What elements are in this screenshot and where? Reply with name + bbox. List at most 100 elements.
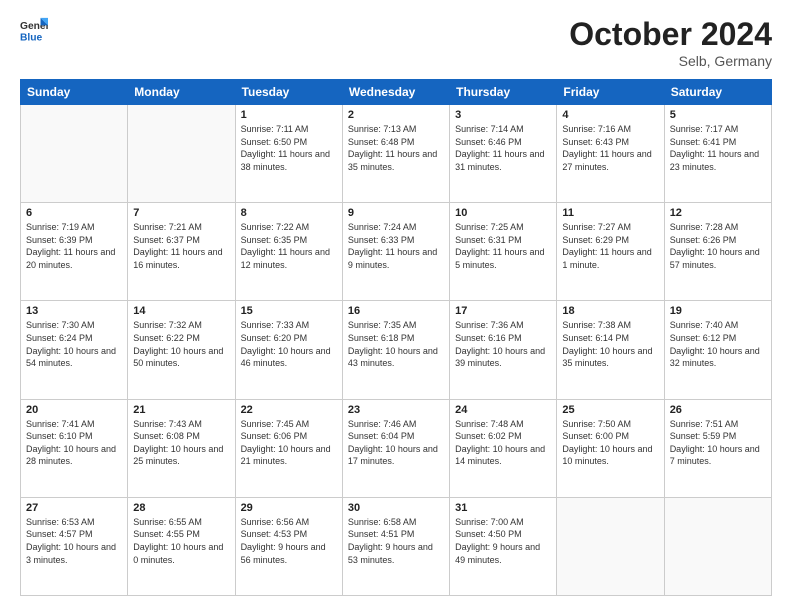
day-info: Sunrise: 7:32 AM Sunset: 6:22 PM Dayligh… xyxy=(133,319,229,369)
calendar-cell: 3 Sunrise: 7:14 AM Sunset: 6:46 PM Daylig… xyxy=(450,105,557,203)
day-info: Sunrise: 7:35 AM Sunset: 6:18 PM Dayligh… xyxy=(348,319,444,369)
day-info: Sunrise: 7:22 AM Sunset: 6:35 PM Dayligh… xyxy=(241,221,337,271)
weekday-header: Sunday xyxy=(21,80,128,105)
day-info: Sunrise: 7:25 AM Sunset: 6:31 PM Dayligh… xyxy=(455,221,551,271)
day-number: 1 xyxy=(241,109,337,121)
weekday-header: Monday xyxy=(128,80,235,105)
calendar-cell: 1 Sunrise: 7:11 AM Sunset: 6:50 PM Daylig… xyxy=(235,105,342,203)
day-info: Sunrise: 7:16 AM Sunset: 6:43 PM Dayligh… xyxy=(562,123,658,173)
day-number: 2 xyxy=(348,109,444,121)
day-info: Sunrise: 7:50 AM Sunset: 6:00 PM Dayligh… xyxy=(562,418,658,468)
day-number: 16 xyxy=(348,305,444,317)
calendar-cell xyxy=(664,497,771,595)
calendar-cell: 28Sunrise: 6:55 AM Sunset: 4:55 PM Dayli… xyxy=(128,497,235,595)
calendar-cell: 13 Sunrise: 7:30 AM Sunset: 6:24 PM Dayli… xyxy=(21,301,128,399)
day-number: 30 xyxy=(348,502,444,514)
day-info: Sunrise: 7:38 AM Sunset: 6:14 PM Dayligh… xyxy=(562,319,658,369)
month-title: October 2024 xyxy=(569,16,772,53)
day-number: 3 xyxy=(455,109,551,121)
day-number: 22 xyxy=(241,404,337,416)
weekday-header: Wednesday xyxy=(342,80,449,105)
calendar-cell: 26 Sunrise: 7:51 AM Sunset: 5:59 PM Dayli… xyxy=(664,399,771,497)
day-number: 9 xyxy=(348,207,444,219)
calendar-cell: 2 Sunrise: 7:13 AM Sunset: 6:48 PM Daylig… xyxy=(342,105,449,203)
day-info: Sunrise: 7:40 AM Sunset: 6:12 PM Dayligh… xyxy=(670,319,766,369)
calendar-week-row: 27 Sunrise: 6:53 AM Sunset: 4:57 PM Dayli… xyxy=(21,497,772,595)
title-block: October 2024 Selb, Germany xyxy=(569,16,772,69)
calendar-header-row: SundayMondayTuesdayWednesdayThursdayFrid… xyxy=(21,80,772,105)
day-info: Sunrise: 7:28 AM Sunset: 6:26 PM Dayligh… xyxy=(670,221,766,271)
calendar-cell: 8 Sunrise: 7:22 AM Sunset: 6:35 PM Daylig… xyxy=(235,203,342,301)
day-info: Sunrise: 7:13 AM Sunset: 6:48 PM Dayligh… xyxy=(348,123,444,173)
location: Selb, Germany xyxy=(569,53,772,69)
day-number: 20 xyxy=(26,404,122,416)
calendar-week-row: 13 Sunrise: 7:30 AM Sunset: 6:24 PM Dayli… xyxy=(21,301,772,399)
calendar-cell: 4 Sunrise: 7:16 AM Sunset: 6:43 PM Daylig… xyxy=(557,105,664,203)
day-info: Sunrise: 6:53 AM Sunset: 4:57 PM Dayligh… xyxy=(26,516,122,566)
calendar-cell: 29Sunrise: 6:56 AM Sunset: 4:53 PM Dayli… xyxy=(235,497,342,595)
day-number: 8 xyxy=(241,207,337,219)
day-info: Sunrise: 7:24 AM Sunset: 6:33 PM Dayligh… xyxy=(348,221,444,271)
day-number: 10 xyxy=(455,207,551,219)
calendar-cell: 18 Sunrise: 7:38 AM Sunset: 6:14 PM Dayli… xyxy=(557,301,664,399)
calendar-cell: 11Sunrise: 7:27 AM Sunset: 6:29 PM Dayli… xyxy=(557,203,664,301)
calendar-cell: 25 Sunrise: 7:50 AM Sunset: 6:00 PM Dayli… xyxy=(557,399,664,497)
day-number: 17 xyxy=(455,305,551,317)
day-info: Sunrise: 7:14 AM Sunset: 6:46 PM Dayligh… xyxy=(455,123,551,173)
day-number: 19 xyxy=(670,305,766,317)
day-info: Sunrise: 7:45 AM Sunset: 6:06 PM Dayligh… xyxy=(241,418,337,468)
calendar-cell xyxy=(128,105,235,203)
day-number: 29 xyxy=(241,502,337,514)
day-info: Sunrise: 7:30 AM Sunset: 6:24 PM Dayligh… xyxy=(26,319,122,369)
day-number: 18 xyxy=(562,305,658,317)
svg-text:Blue: Blue xyxy=(20,32,43,43)
weekday-header: Tuesday xyxy=(235,80,342,105)
day-info: Sunrise: 6:58 AM Sunset: 4:51 PM Dayligh… xyxy=(348,516,444,566)
day-info: Sunrise: 7:46 AM Sunset: 6:04 PM Dayligh… xyxy=(348,418,444,468)
calendar-cell: 24Sunrise: 7:48 AM Sunset: 6:02 PM Dayli… xyxy=(450,399,557,497)
calendar-cell: 5Sunrise: 7:17 AM Sunset: 6:41 PM Daylig… xyxy=(664,105,771,203)
logo: General Blue xyxy=(20,16,48,44)
calendar-cell: 9 Sunrise: 7:24 AM Sunset: 6:33 PM Daylig… xyxy=(342,203,449,301)
day-number: 27 xyxy=(26,502,122,514)
day-number: 14 xyxy=(133,305,229,317)
calendar-cell: 12 Sunrise: 7:28 AM Sunset: 6:26 PM Dayli… xyxy=(664,203,771,301)
calendar-cell: 31 Sunrise: 7:00 AM Sunset: 4:50 PM Dayli… xyxy=(450,497,557,595)
calendar-cell: 10 Sunrise: 7:25 AM Sunset: 6:31 PM Dayli… xyxy=(450,203,557,301)
day-info: Sunrise: 7:11 AM Sunset: 6:50 PM Dayligh… xyxy=(241,123,337,173)
calendar-cell: 7Sunrise: 7:21 AM Sunset: 6:37 PM Daylig… xyxy=(128,203,235,301)
calendar-cell xyxy=(557,497,664,595)
day-number: 21 xyxy=(133,404,229,416)
day-number: 15 xyxy=(241,305,337,317)
weekday-header: Thursday xyxy=(450,80,557,105)
calendar-cell: 20 Sunrise: 7:41 AM Sunset: 6:10 PM Dayli… xyxy=(21,399,128,497)
calendar-cell: 15 Sunrise: 7:33 AM Sunset: 6:20 PM Dayli… xyxy=(235,301,342,399)
calendar-week-row: 20 Sunrise: 7:41 AM Sunset: 6:10 PM Dayli… xyxy=(21,399,772,497)
day-info: Sunrise: 7:33 AM Sunset: 6:20 PM Dayligh… xyxy=(241,319,337,369)
day-info: Sunrise: 7:43 AM Sunset: 6:08 PM Dayligh… xyxy=(133,418,229,468)
day-number: 23 xyxy=(348,404,444,416)
calendar-page: General Blue October 2024 Selb, Germany … xyxy=(0,0,792,612)
day-info: Sunrise: 7:48 AM Sunset: 6:02 PM Dayligh… xyxy=(455,418,551,468)
calendar-cell: 22 Sunrise: 7:45 AM Sunset: 6:06 PM Dayli… xyxy=(235,399,342,497)
day-info: Sunrise: 7:00 AM Sunset: 4:50 PM Dayligh… xyxy=(455,516,551,566)
calendar-cell: 6Sunrise: 7:19 AM Sunset: 6:39 PM Daylig… xyxy=(21,203,128,301)
day-number: 12 xyxy=(670,207,766,219)
day-info: Sunrise: 7:19 AM Sunset: 6:39 PM Dayligh… xyxy=(26,221,122,271)
calendar-week-row: 1 Sunrise: 7:11 AM Sunset: 6:50 PM Daylig… xyxy=(21,105,772,203)
calendar-cell: 27 Sunrise: 6:53 AM Sunset: 4:57 PM Dayli… xyxy=(21,497,128,595)
calendar-cell: 21 Sunrise: 7:43 AM Sunset: 6:08 PM Dayli… xyxy=(128,399,235,497)
day-number: 31 xyxy=(455,502,551,514)
day-number: 7 xyxy=(133,207,229,219)
day-number: 25 xyxy=(562,404,658,416)
day-number: 4 xyxy=(562,109,658,121)
day-number: 11 xyxy=(562,207,658,219)
weekday-header: Saturday xyxy=(664,80,771,105)
day-number: 26 xyxy=(670,404,766,416)
weekday-header: Friday xyxy=(557,80,664,105)
day-info: Sunrise: 7:51 AM Sunset: 5:59 PM Dayligh… xyxy=(670,418,766,468)
day-number: 13 xyxy=(26,305,122,317)
calendar-cell xyxy=(21,105,128,203)
day-info: Sunrise: 6:55 AM Sunset: 4:55 PM Dayligh… xyxy=(133,516,229,566)
day-info: Sunrise: 7:41 AM Sunset: 6:10 PM Dayligh… xyxy=(26,418,122,468)
